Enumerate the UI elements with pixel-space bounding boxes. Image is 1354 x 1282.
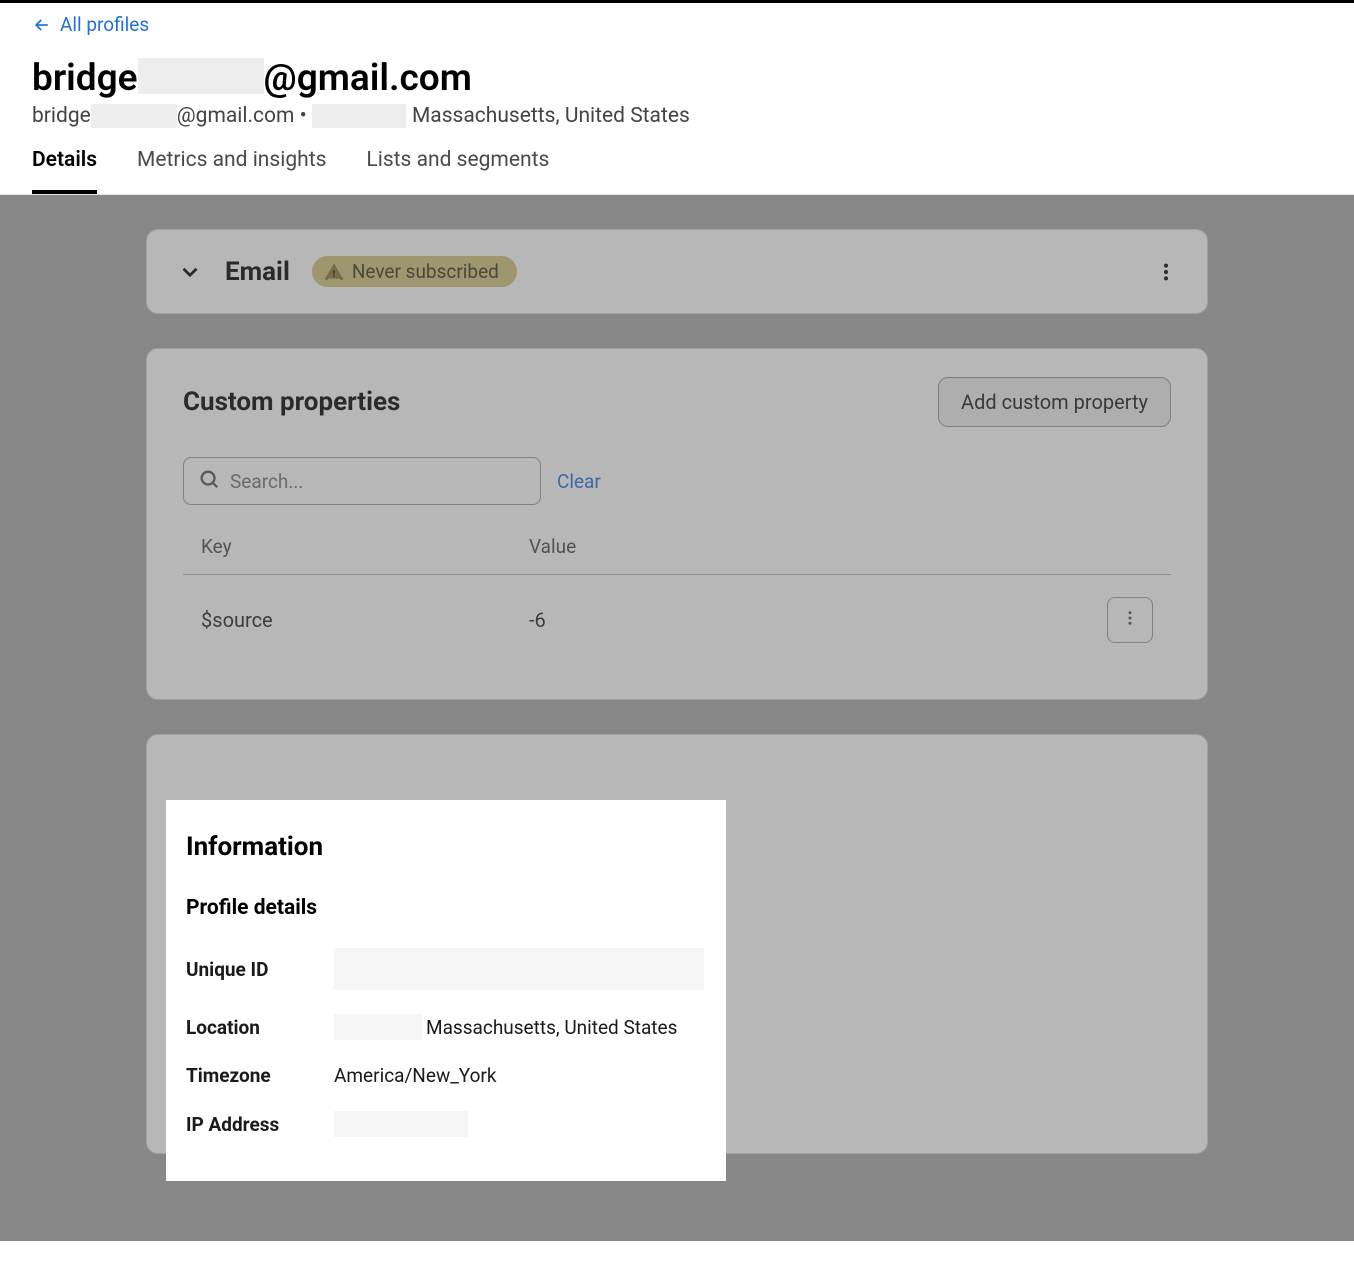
ip-address-label: IP Address bbox=[186, 1113, 334, 1136]
subtitle-mid: @gmail.com bbox=[177, 104, 295, 128]
arrow-left-icon bbox=[32, 15, 52, 35]
redacted-title-segment bbox=[138, 58, 264, 94]
info-row-location: Location Massachusetts, United States bbox=[186, 1002, 706, 1052]
info-row-unique-id: Unique ID bbox=[186, 936, 706, 1002]
profile-title-prefix: bridge bbox=[32, 57, 138, 100]
tab-lists[interactable]: Lists and segments bbox=[366, 148, 549, 194]
tab-metrics[interactable]: Metrics and insights bbox=[137, 148, 326, 194]
subtitle-separator: • bbox=[294, 104, 312, 128]
profile-title-suffix: @gmail.com bbox=[264, 57, 472, 100]
profile-details-subtitle: Profile details bbox=[186, 896, 706, 920]
tab-details[interactable]: Details bbox=[32, 148, 97, 194]
info-row-timezone: Timezone America/New_York bbox=[186, 1052, 706, 1099]
redacted-subtitle-segment-1 bbox=[91, 104, 177, 128]
redacted-location-city bbox=[334, 1014, 422, 1040]
unique-id-label: Unique ID bbox=[186, 958, 334, 981]
content-area: Email Never subscribed Custom properties… bbox=[0, 195, 1354, 1241]
redacted-subtitle-segment-2 bbox=[312, 104, 406, 128]
subtitle-prefix: bridge bbox=[32, 104, 91, 128]
location-value: Massachusetts, United States bbox=[426, 1016, 677, 1039]
information-panel: Information Profile details Unique ID Lo… bbox=[166, 800, 726, 1181]
info-row-ip-address: IP Address bbox=[186, 1099, 706, 1149]
tabs: Details Metrics and insights Lists and s… bbox=[0, 148, 1354, 195]
profile-title: bridge @gmail.com bbox=[32, 54, 1354, 100]
back-to-all-profiles[interactable]: All profiles bbox=[32, 13, 149, 36]
profile-subtitle: bridge @gmail.com • Massachusetts, Unite… bbox=[32, 104, 1354, 128]
subtitle-location: Massachusetts, United States bbox=[412, 104, 690, 128]
redacted-ip-address bbox=[334, 1111, 468, 1137]
timezone-label: Timezone bbox=[186, 1064, 334, 1087]
timezone-value: America/New_York bbox=[334, 1064, 497, 1087]
information-title: Information bbox=[186, 832, 706, 862]
back-link-label: All profiles bbox=[60, 13, 149, 36]
redacted-unique-id bbox=[334, 948, 704, 990]
location-label: Location bbox=[186, 1016, 334, 1039]
page-header: All profiles bridge @gmail.com bridge @g… bbox=[0, 3, 1354, 195]
